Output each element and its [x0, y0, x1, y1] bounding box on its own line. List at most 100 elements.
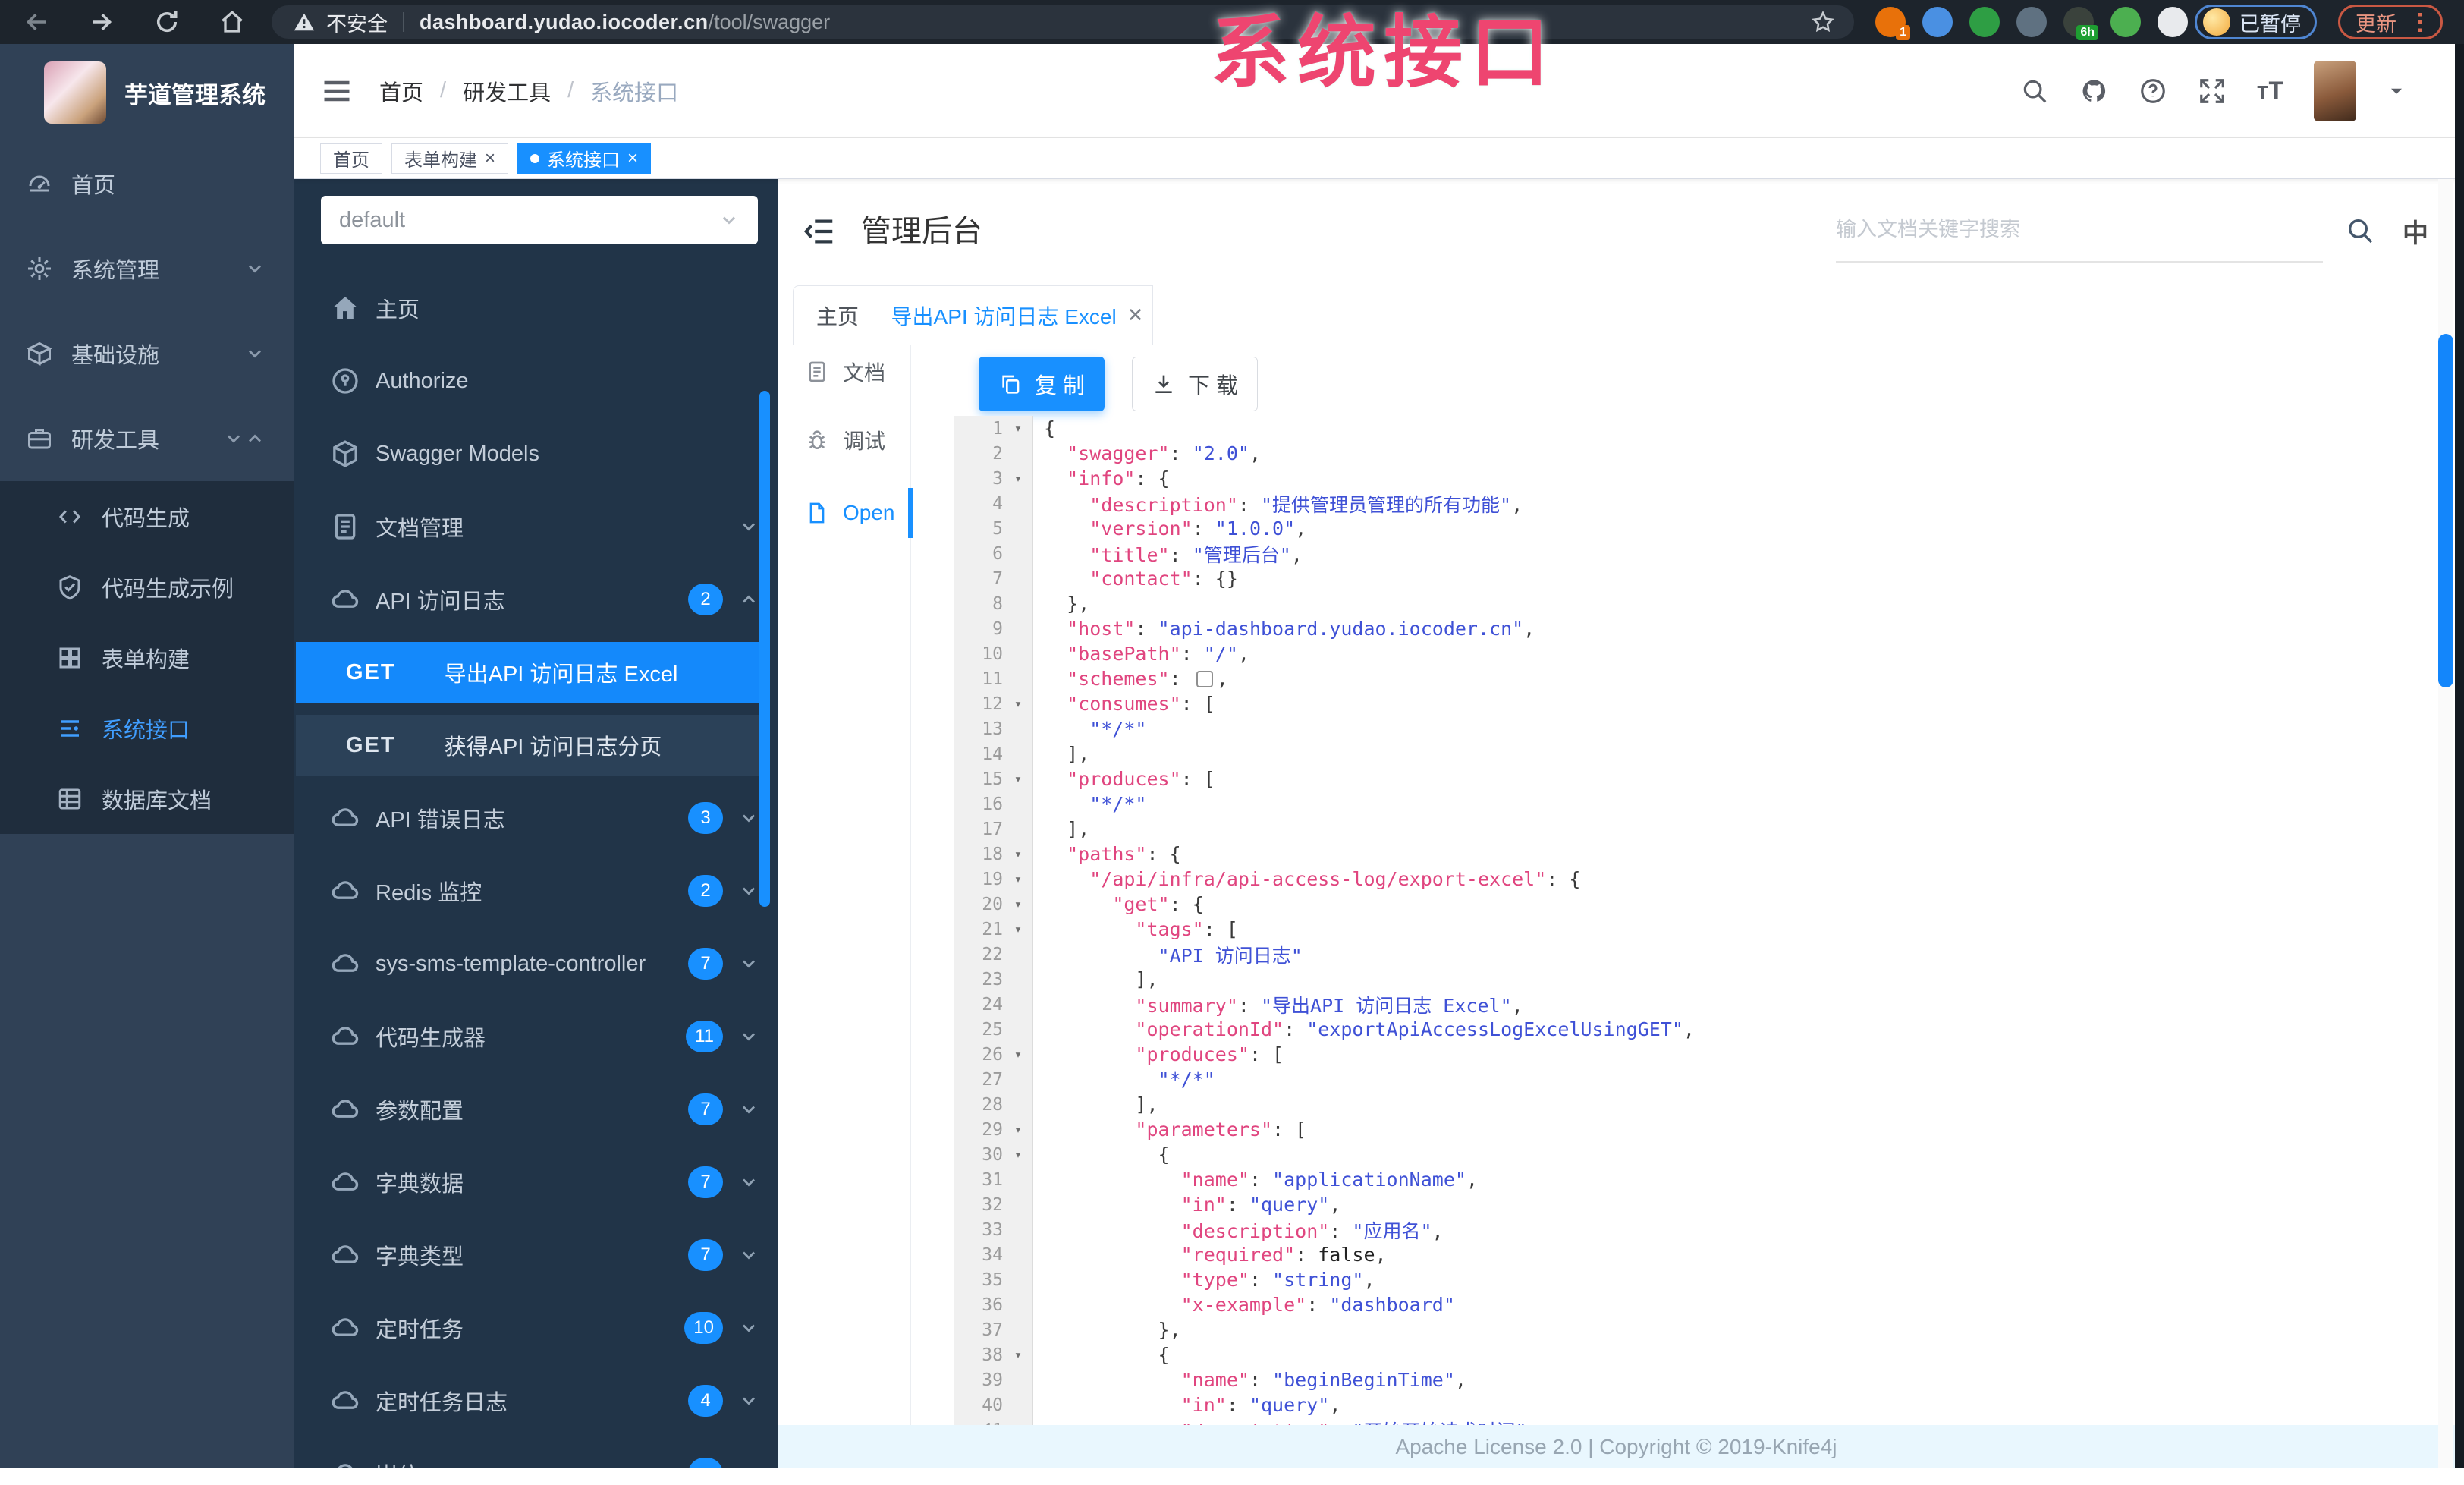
swagger-menu-item[interactable]: 主页 [294, 272, 778, 345]
extension-icon[interactable] [1922, 7, 1953, 37]
collapse-sidebar-icon[interactable] [802, 214, 837, 249]
doc-search-input[interactable] [1836, 197, 2323, 263]
address-bar[interactable]: 不安全 dashboard.yudao.iocoder.cn /tool/swa… [272, 5, 1854, 39]
breadcrumb-item[interactable]: 系统接口 [590, 75, 678, 107]
swagger-group-item[interactable]: 参数配置 7 [294, 1073, 778, 1146]
fold-toggle-icon[interactable]: ▾ [1003, 1147, 1033, 1163]
search-icon[interactable] [2020, 77, 2049, 105]
fold-toggle-icon[interactable]: ▾ [1003, 1122, 1033, 1137]
swagger-group-item[interactable]: API 错误日志 3 [294, 782, 778, 854]
fold-toggle-icon[interactable]: ▾ [1003, 872, 1033, 887]
endpoint-row[interactable]: GET 导出API 访问日志 Excel [294, 636, 778, 709]
doc-mode-item[interactable]: 文档 [778, 348, 910, 395]
close-tab-icon[interactable]: ✕ [1127, 304, 1144, 327]
github-icon[interactable] [2079, 77, 2108, 105]
download-button[interactable]: 下 载 [1132, 357, 1258, 411]
fold-toggle-icon[interactable]: ▾ [1003, 471, 1033, 486]
sidebar-subitem[interactable]: 代码生成 [0, 481, 294, 552]
lock-icon [330, 366, 360, 396]
sidebar-scrollbar-thumb[interactable] [759, 391, 770, 907]
document-tab[interactable]: 主页 ✕ [793, 285, 882, 345]
line-number: 14 [982, 744, 1003, 764]
swagger-group-api-access-log[interactable]: API 访问日志 2 [294, 563, 778, 636]
endpoint-row[interactable]: GET 获得API 访问日志分页 [294, 709, 778, 782]
question-icon[interactable] [2139, 77, 2167, 105]
browser-update-button[interactable]: 更新 ⋮ [2338, 5, 2443, 39]
browser-menu-icon[interactable]: ⋮ [2409, 9, 2431, 36]
extension-icon[interactable]: 6h [2063, 7, 2098, 40]
sidebar-subitem[interactable]: 代码生成示例 [0, 552, 294, 622]
code-text: "*/*" [1089, 793, 1147, 815]
code-line: 2 "swagger": "2.0", [954, 441, 2438, 466]
back-icon[interactable] [23, 8, 50, 36]
fold-toggle-icon[interactable]: ▾ [1003, 897, 1033, 912]
line-number: 5 [992, 518, 1003, 539]
sidebar-item[interactable]: 研发工具 [0, 396, 294, 481]
extension-icon[interactable] [1969, 7, 2000, 37]
copy-button[interactable]: 复 制 [979, 357, 1105, 411]
swagger-menu-item[interactable]: Authorize [294, 345, 778, 417]
swagger-group-item[interactable]: 定时任务日志 4 [294, 1364, 778, 1437]
code-text: ], [1067, 818, 1090, 840]
view-tag[interactable]: 表单构建 × [391, 143, 509, 174]
homebtn-icon[interactable] [218, 8, 246, 36]
close-tag-icon[interactable]: × [627, 149, 638, 168]
fold-toggle-icon[interactable]: ▾ [1003, 1348, 1033, 1363]
doc-mode-item[interactable]: Open [778, 489, 910, 536]
extension-icon[interactable]: 1 [1875, 7, 1910, 40]
sidebar-subitem[interactable]: 系统接口 [0, 693, 294, 763]
paused-indicator-button[interactable]: 已暂停 [2195, 5, 2317, 39]
doc-mode-item[interactable]: 调试 [778, 417, 910, 464]
swagger-menu-item[interactable]: 文档管理 [294, 490, 778, 563]
view-tag[interactable]: 首页 × [320, 143, 382, 174]
swagger-group-item[interactable]: Redis 监控 2 [294, 854, 778, 927]
swagger-group-item[interactable]: sys-sms-template-controller 7 [294, 927, 778, 1000]
update-label: 更新 [2356, 12, 2396, 36]
swagger-group-item[interactable]: 定时任务 10 [294, 1292, 778, 1364]
code-text: "produces": [ [1135, 1043, 1284, 1065]
swagger-group-item[interactable]: 字典数据 7 [294, 1146, 778, 1219]
user-avatar[interactable] [2314, 60, 2356, 121]
sidebar-subitem[interactable]: 数据库文档 [0, 763, 294, 834]
fold-toggle-icon[interactable]: ▾ [1003, 697, 1033, 712]
avatar-caret-down-icon[interactable] [2387, 81, 2406, 101]
doc-icon [805, 360, 829, 384]
swagger-group-item[interactable]: 岗位 [294, 1437, 778, 1468]
fold-toggle-icon[interactable]: ▾ [1003, 1047, 1033, 1062]
language-switch-icon[interactable]: 中 [2403, 212, 2428, 250]
fold-toggle-icon[interactable]: ▾ [1003, 847, 1033, 862]
fold-toggle-icon[interactable]: ▾ [1003, 421, 1033, 436]
font-size-icon[interactable]: ᴛT [2257, 77, 2283, 105]
bookmark-star-icon[interactable] [1810, 9, 1836, 35]
sidebar-item[interactable]: 基础设施 [0, 311, 294, 396]
hamburger-icon[interactable] [320, 74, 354, 108]
swagger-group-item[interactable]: 代码生成器 11 [294, 1000, 778, 1073]
forward-icon[interactable] [88, 8, 115, 36]
extension-icon[interactable] [2110, 7, 2141, 37]
extension-icon[interactable] [2158, 7, 2188, 37]
search-icon[interactable] [2345, 216, 2375, 246]
fold-toggle-icon[interactable]: ▾ [1003, 772, 1033, 787]
sidebar-item[interactable]: 首页 [0, 141, 294, 226]
sidebar-subitem[interactable]: 表单构建 [0, 622, 294, 693]
collapsed-array-icon[interactable] [1196, 671, 1213, 687]
fold-toggle-icon[interactable]: ▾ [1003, 922, 1033, 937]
extension-icon[interactable] [2016, 7, 2047, 37]
breadcrumb-item[interactable]: 研发工具 [463, 75, 551, 107]
page-scrollbar-thumb[interactable] [2438, 334, 2453, 687]
api-group-select[interactable]: default [321, 196, 758, 244]
code-text: }, [1158, 1319, 1181, 1341]
sidebar-item[interactable]: 系统管理 [0, 226, 294, 311]
reload-icon[interactable] [153, 8, 181, 36]
line-number: 32 [982, 1194, 1003, 1215]
swagger-menu-item[interactable]: Swagger Models [294, 417, 778, 490]
breadcrumb-item[interactable]: 首页 [379, 75, 423, 107]
document-tab[interactable]: 导出API 访问日志 Excel ✕ [882, 285, 1153, 345]
swagger-json-editor[interactable]: 1 ▾{2 "swagger": "2.0", 3 ▾ "info": {4 "des… [954, 416, 2438, 1425]
close-tag-icon[interactable]: × [485, 149, 495, 168]
swagger-group-item[interactable]: 字典类型 7 [294, 1219, 778, 1292]
security-label[interactable]: 不安全 [326, 8, 388, 37]
view-tag[interactable]: 系统接口 × [517, 143, 652, 174]
cloud-icon [330, 584, 360, 615]
fullscreen-icon[interactable] [2198, 77, 2227, 105]
